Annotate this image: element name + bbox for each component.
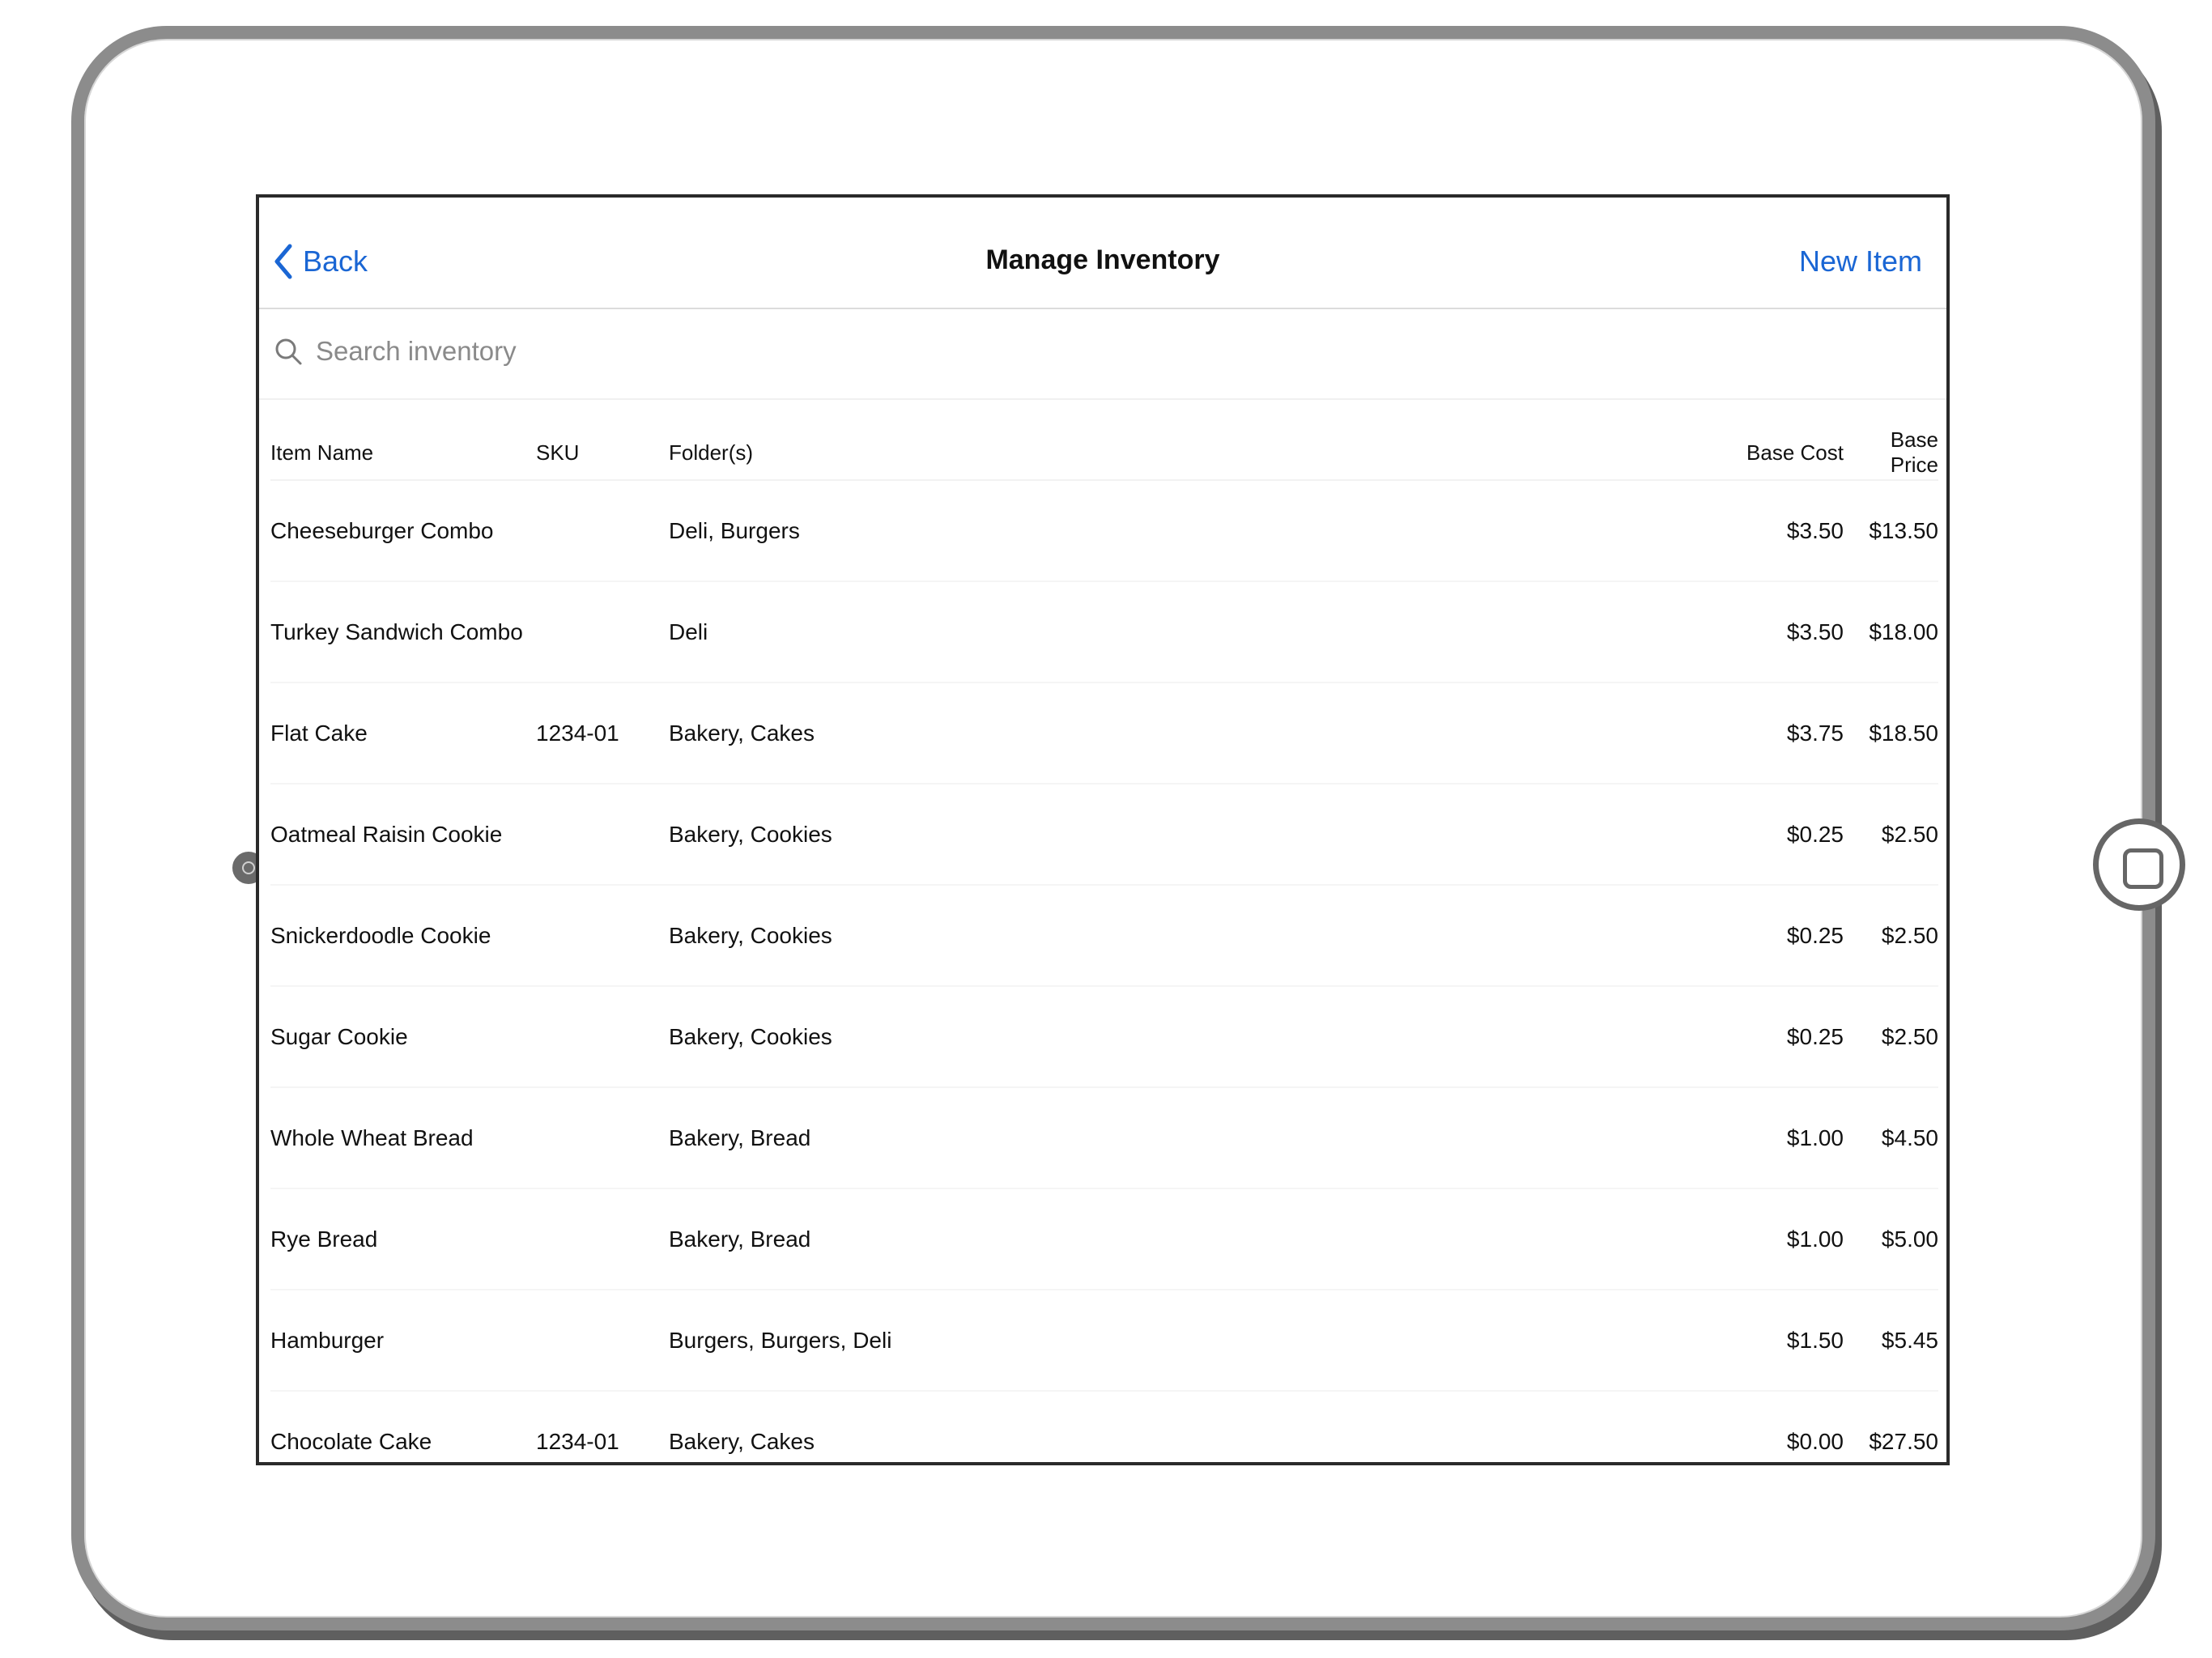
column-header-sku[interactable]: SKU (536, 426, 669, 481)
cell-folders: Deli (669, 581, 1718, 683)
search-input[interactable] (314, 335, 1775, 368)
cell-base-cost: $0.25 (1718, 885, 1844, 987)
table-row[interactable]: Flat Cake 1234-01 Bakery, Cakes $3.75 $1… (270, 682, 1938, 784)
cell-base-price: $4.50 (1844, 1087, 1938, 1189)
table-row[interactable]: Hamburger Burgers, Burgers, Deli $1.50 $… (270, 1290, 1938, 1392)
cell-base-cost: $0.00 (1718, 1391, 1844, 1462)
cell-sku (536, 480, 669, 582)
column-header-folders[interactable]: Folder(s) (669, 426, 1718, 481)
cell-item-name: Flat Cake (270, 682, 536, 784)
navigation-bar: Back Manage Inventory New Item (259, 198, 1946, 309)
table-row[interactable]: Cheeseburger Combo Deli, Burgers $3.50 $… (270, 480, 1938, 582)
cell-folders: Bakery, Cookies (669, 784, 1718, 886)
app-screen: Back Manage Inventory New Item Item Name… (256, 194, 1950, 1465)
cell-item-name: Whole Wheat Bread (270, 1087, 536, 1189)
column-header-base-cost[interactable]: Base Cost (1718, 426, 1844, 481)
table-row[interactable]: Whole Wheat Bread Bakery, Bread $1.00 $4… (270, 1087, 1938, 1189)
cell-sku: 1234-01 (536, 682, 669, 784)
search-icon (275, 338, 302, 365)
inventory-table: Item Name SKU Folder(s) Base Cost Base P… (270, 426, 1938, 1462)
cell-base-price: $5.45 (1844, 1290, 1938, 1392)
cell-base-cost: $0.25 (1718, 986, 1844, 1088)
cell-base-cost: $1.00 (1718, 1188, 1844, 1290)
cell-sku (536, 885, 669, 987)
table-row[interactable]: Snickerdoodle Cookie Bakery, Cookies $0.… (270, 885, 1938, 987)
new-item-button[interactable]: New Item (1799, 244, 1922, 278)
cell-base-price: $2.50 (1844, 784, 1938, 886)
cell-base-cost: $0.25 (1718, 784, 1844, 886)
cell-folders: Burgers, Burgers, Deli (669, 1290, 1718, 1392)
cell-item-name: Snickerdoodle Cookie (270, 885, 536, 987)
cell-base-price: $13.50 (1844, 480, 1938, 582)
table-row[interactable]: Chocolate Cake 1234-01 Bakery, Cakes $0.… (270, 1391, 1938, 1462)
cell-item-name: Sugar Cookie (270, 986, 536, 1088)
cell-base-cost: $1.50 (1718, 1290, 1844, 1392)
cell-base-cost: $3.50 (1718, 581, 1844, 683)
column-header-item-name[interactable]: Item Name (270, 426, 536, 481)
cell-sku (536, 1087, 669, 1189)
search-bar (274, 327, 1925, 376)
table-header-row: Item Name SKU Folder(s) Base Cost Base P… (270, 426, 1938, 481)
table-row[interactable]: Sugar Cookie Bakery, Cookies $0.25 $2.50 (270, 986, 1938, 1088)
cell-sku (536, 581, 669, 683)
cell-folders: Bakery, Cookies (669, 885, 1718, 987)
search-divider (259, 398, 1946, 400)
cell-item-name: Chocolate Cake (270, 1391, 536, 1462)
cell-base-cost: $3.75 (1718, 682, 1844, 784)
cell-base-price: $18.50 (1844, 682, 1938, 784)
cell-sku: 1234-01 (536, 1391, 669, 1462)
cell-base-price: $18.00 (1844, 581, 1938, 683)
cell-sku (536, 1188, 669, 1290)
table-row[interactable]: Rye Bread Bakery, Bread $1.00 $5.00 (270, 1188, 1938, 1290)
page-title: Manage Inventory (985, 244, 1220, 275)
cell-base-price: $2.50 (1844, 885, 1938, 987)
cell-folders: Bakery, Cookies (669, 986, 1718, 1088)
cell-item-name: Oatmeal Raisin Cookie (270, 784, 536, 886)
cell-base-cost: $1.00 (1718, 1087, 1844, 1189)
cell-base-price: $27.50 (1844, 1391, 1938, 1462)
home-button[interactable] (2093, 818, 2185, 911)
cell-folders: Bakery, Bread (669, 1087, 1718, 1189)
cell-item-name: Turkey Sandwich Combo (270, 581, 536, 683)
cell-item-name: Cheeseburger Combo (270, 480, 536, 582)
cell-base-price: $5.00 (1844, 1188, 1938, 1290)
table-row[interactable]: Turkey Sandwich Combo Deli $3.50 $18.00 (270, 581, 1938, 683)
cell-folders: Deli, Burgers (669, 480, 1718, 582)
table-row[interactable]: Oatmeal Raisin Cookie Bakery, Cookies $0… (270, 784, 1938, 886)
cell-item-name: Hamburger (270, 1290, 536, 1392)
cell-sku (536, 986, 669, 1088)
cell-folders: Bakery, Bread (669, 1188, 1718, 1290)
cell-sku (536, 784, 669, 886)
cell-folders: Bakery, Cakes (669, 682, 1718, 784)
cell-base-cost: $3.50 (1718, 480, 1844, 582)
column-header-base-price[interactable]: Base Price (1844, 426, 1938, 481)
cell-base-price: $2.50 (1844, 986, 1938, 1088)
cell-item-name: Rye Bread (270, 1188, 536, 1290)
cell-sku (536, 1290, 669, 1392)
cell-folders: Bakery, Cakes (669, 1391, 1718, 1462)
